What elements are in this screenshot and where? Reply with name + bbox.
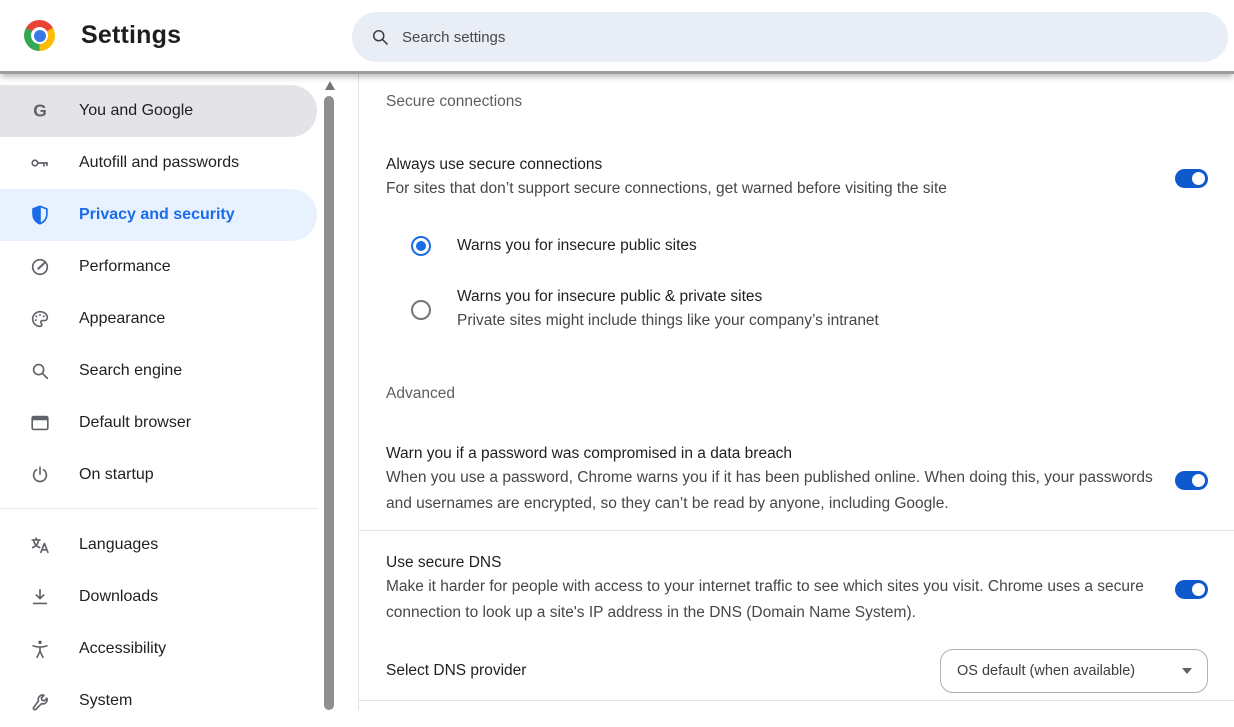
translate-icon <box>29 534 51 556</box>
settings-sidebar: G You and Google Autofill and passwords … <box>0 74 358 710</box>
sidebar-item-label: Performance <box>79 258 171 276</box>
sidebar-divider <box>0 508 318 509</box>
dns-provider-label: Select DNS provider <box>386 660 526 682</box>
google-g-icon: G <box>29 100 51 122</box>
sidebar-item-autofill[interactable]: Autofill and passwords <box>0 137 317 189</box>
sidebar-item-label: Privacy and security <box>79 206 235 224</box>
sidebar-scrollbar[interactable] <box>323 74 336 710</box>
dns-provider-select[interactable]: OS default (when available) <box>940 649 1208 693</box>
always-secure-subtitle: For sites that don’t support secure conn… <box>386 176 947 202</box>
sidebar-item-label: Search engine <box>79 362 182 380</box>
radio-public-private-label: Warns you for insecure public & private … <box>457 286 879 308</box>
search-input[interactable] <box>400 28 1228 47</box>
svg-text:G: G <box>33 101 47 121</box>
sidebar-item-system[interactable]: System <box>0 675 317 727</box>
secure-dns-subtitle: Make it harder for people with access to… <box>386 574 1154 626</box>
secure-dns-row: Use secure DNS Make it harder for people… <box>386 552 1208 626</box>
speedometer-icon <box>29 256 51 278</box>
search-icon <box>370 27 390 47</box>
radio-public-sites[interactable] <box>411 236 431 256</box>
wrench-icon <box>29 690 51 712</box>
scrollbar-up-arrow-icon[interactable] <box>325 81 335 90</box>
browser-window-icon <box>29 412 51 434</box>
sidebar-item-label: Autofill and passwords <box>79 154 239 172</box>
sidebar-item-you-and-google[interactable]: G You and Google <box>0 85 317 137</box>
always-secure-toggle[interactable] <box>1175 169 1208 188</box>
sidebar-item-accessibility[interactable]: Accessibility <box>0 623 317 675</box>
download-icon <box>29 586 51 608</box>
sidebar-item-label: System <box>79 692 132 710</box>
radio-public-private-sublabel: Private sites might include things like … <box>457 308 879 334</box>
dns-provider-value: OS default (when available) <box>957 663 1135 679</box>
radio-row-public-private[interactable]: Warns you for insecure public & private … <box>411 286 1208 334</box>
radio-public-private-sites[interactable] <box>411 300 431 320</box>
password-breach-row: Warn you if a password was compromised i… <box>386 443 1208 517</box>
radio-row-public[interactable]: Warns you for insecure public sites <box>411 226 1208 266</box>
sidebar-item-label: Accessibility <box>79 640 166 658</box>
sidebar-item-label: Default browser <box>79 414 191 432</box>
always-secure-title: Always use secure connections <box>386 154 947 176</box>
sidebar-item-label: Appearance <box>79 310 165 328</box>
toggle-knob <box>1192 474 1205 487</box>
privacy-security-content: Secure connections Always use secure con… <box>358 74 1234 710</box>
secure-dns-title: Use secure DNS <box>386 552 1154 574</box>
power-icon <box>29 464 51 486</box>
sidebar-item-downloads[interactable]: Downloads <box>0 571 317 623</box>
sidebar-item-privacy-and-security[interactable]: Privacy and security <box>0 189 317 241</box>
chrome-logo-icon <box>24 20 55 51</box>
section-title-secure-connections: Secure connections <box>386 90 1208 114</box>
palette-icon <box>29 308 51 330</box>
sidebar-item-label: You and Google <box>79 102 193 120</box>
always-secure-row: Always use secure connections For sites … <box>386 154 1208 202</box>
sidebar-item-languages[interactable]: Languages <box>0 519 317 571</box>
sidebar-item-label: Languages <box>79 536 158 554</box>
settings-header: Settings <box>0 0 1234 74</box>
scrollbar-thumb[interactable] <box>324 96 334 710</box>
page-title: Settings <box>81 21 181 50</box>
toggle-knob <box>1192 583 1205 596</box>
search-bar[interactable] <box>352 12 1228 62</box>
sidebar-item-performance[interactable]: Performance <box>0 241 317 293</box>
sidebar-item-on-startup[interactable]: On startup <box>0 449 317 501</box>
password-breach-title: Warn you if a password was compromised i… <box>386 443 1154 465</box>
sidebar-item-default-browser[interactable]: Default browser <box>0 397 317 449</box>
secure-dns-toggle[interactable] <box>1175 580 1208 599</box>
accessibility-person-icon <box>29 638 51 660</box>
sidebar-item-search-engine[interactable]: Search engine <box>0 345 317 397</box>
sidebar-item-appearance[interactable]: Appearance <box>0 293 317 345</box>
sidebar-item-label: Downloads <box>79 588 158 606</box>
shield-icon <box>29 204 51 226</box>
toggle-knob <box>1192 172 1205 185</box>
radio-public-label: Warns you for insecure public sites <box>457 235 697 257</box>
sidebar-item-label: On startup <box>79 466 154 484</box>
chevron-down-icon <box>1182 668 1192 674</box>
password-breach-subtitle: When you use a password, Chrome warns yo… <box>386 465 1154 517</box>
key-icon <box>29 152 51 174</box>
magnifier-icon <box>29 360 51 382</box>
content-divider <box>359 700 1234 701</box>
dns-provider-row: Select DNS provider OS default (when ava… <box>386 648 1208 694</box>
password-breach-toggle[interactable] <box>1175 471 1208 490</box>
section-title-advanced: Advanced <box>386 382 1208 406</box>
content-divider <box>359 530 1234 531</box>
